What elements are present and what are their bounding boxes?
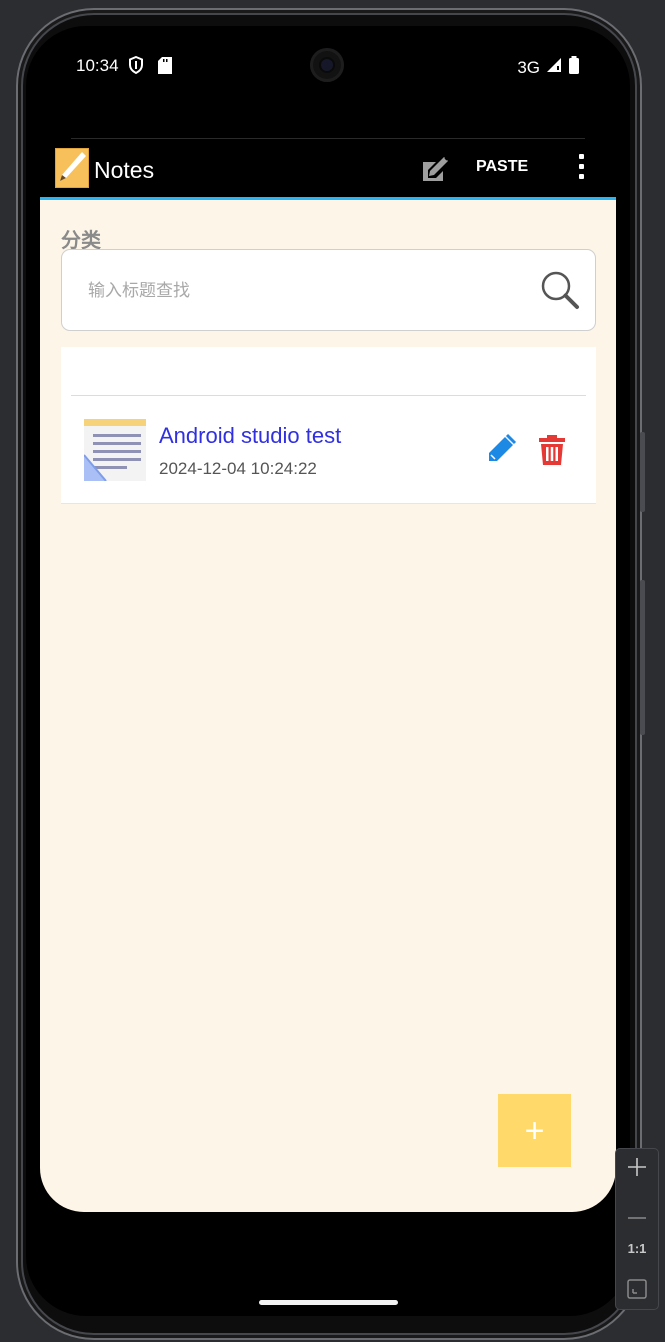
- search-box: [61, 249, 596, 331]
- shield-icon: [128, 55, 144, 79]
- fit-screen-icon[interactable]: [616, 1279, 658, 1304]
- paste-button[interactable]: PASTE: [476, 158, 528, 176]
- more-options-icon[interactable]: [575, 154, 587, 184]
- volume-button: [640, 432, 645, 512]
- note-title[interactable]: Android studio test: [159, 423, 341, 449]
- home-indicator[interactable]: [259, 1300, 398, 1305]
- network-type: 3G: [517, 57, 540, 77]
- list-bottom-border: [61, 503, 596, 504]
- main-content: 分类 输入标题查找 Android studio test 2024-12-04…: [40, 200, 616, 1212]
- note-date: 2024-12-04 10:24:22: [159, 459, 317, 478]
- notes-app-icon: [54, 147, 90, 189]
- delete-trash-icon[interactable]: [539, 435, 565, 465]
- notes-list: Android studio test 2024-12-04 10:24:22: [61, 347, 596, 504]
- emulator-zoom-controls: 1:1: [615, 1148, 659, 1310]
- add-note-button[interactable]: +: [498, 1094, 571, 1167]
- edit-pencil-icon[interactable]: [485, 433, 517, 465]
- compose-icon[interactable]: [416, 152, 452, 188]
- status-time: 10:34: [76, 56, 119, 75]
- search-icon[interactable]: [540, 270, 580, 310]
- front-camera: [310, 48, 344, 82]
- zoom-in-icon[interactable]: [616, 1157, 658, 1182]
- signal-icon: [546, 57, 562, 78]
- app-toolbar: Notes PASTE: [40, 138, 616, 200]
- battery-icon: [568, 56, 580, 79]
- status-right: 3G: [517, 56, 580, 79]
- note-thumbnail-icon: [83, 419, 146, 482]
- power-button: [640, 580, 645, 735]
- search-input[interactable]: [86, 274, 520, 308]
- app-title: Notes: [94, 157, 155, 183]
- sd-card-icon: [158, 57, 172, 79]
- toolbar-divider: [71, 138, 585, 139]
- list-divider: [71, 395, 586, 396]
- zoom-reset-button[interactable]: 1:1: [616, 1241, 658, 1256]
- zoom-out-icon[interactable]: [616, 1207, 658, 1225]
